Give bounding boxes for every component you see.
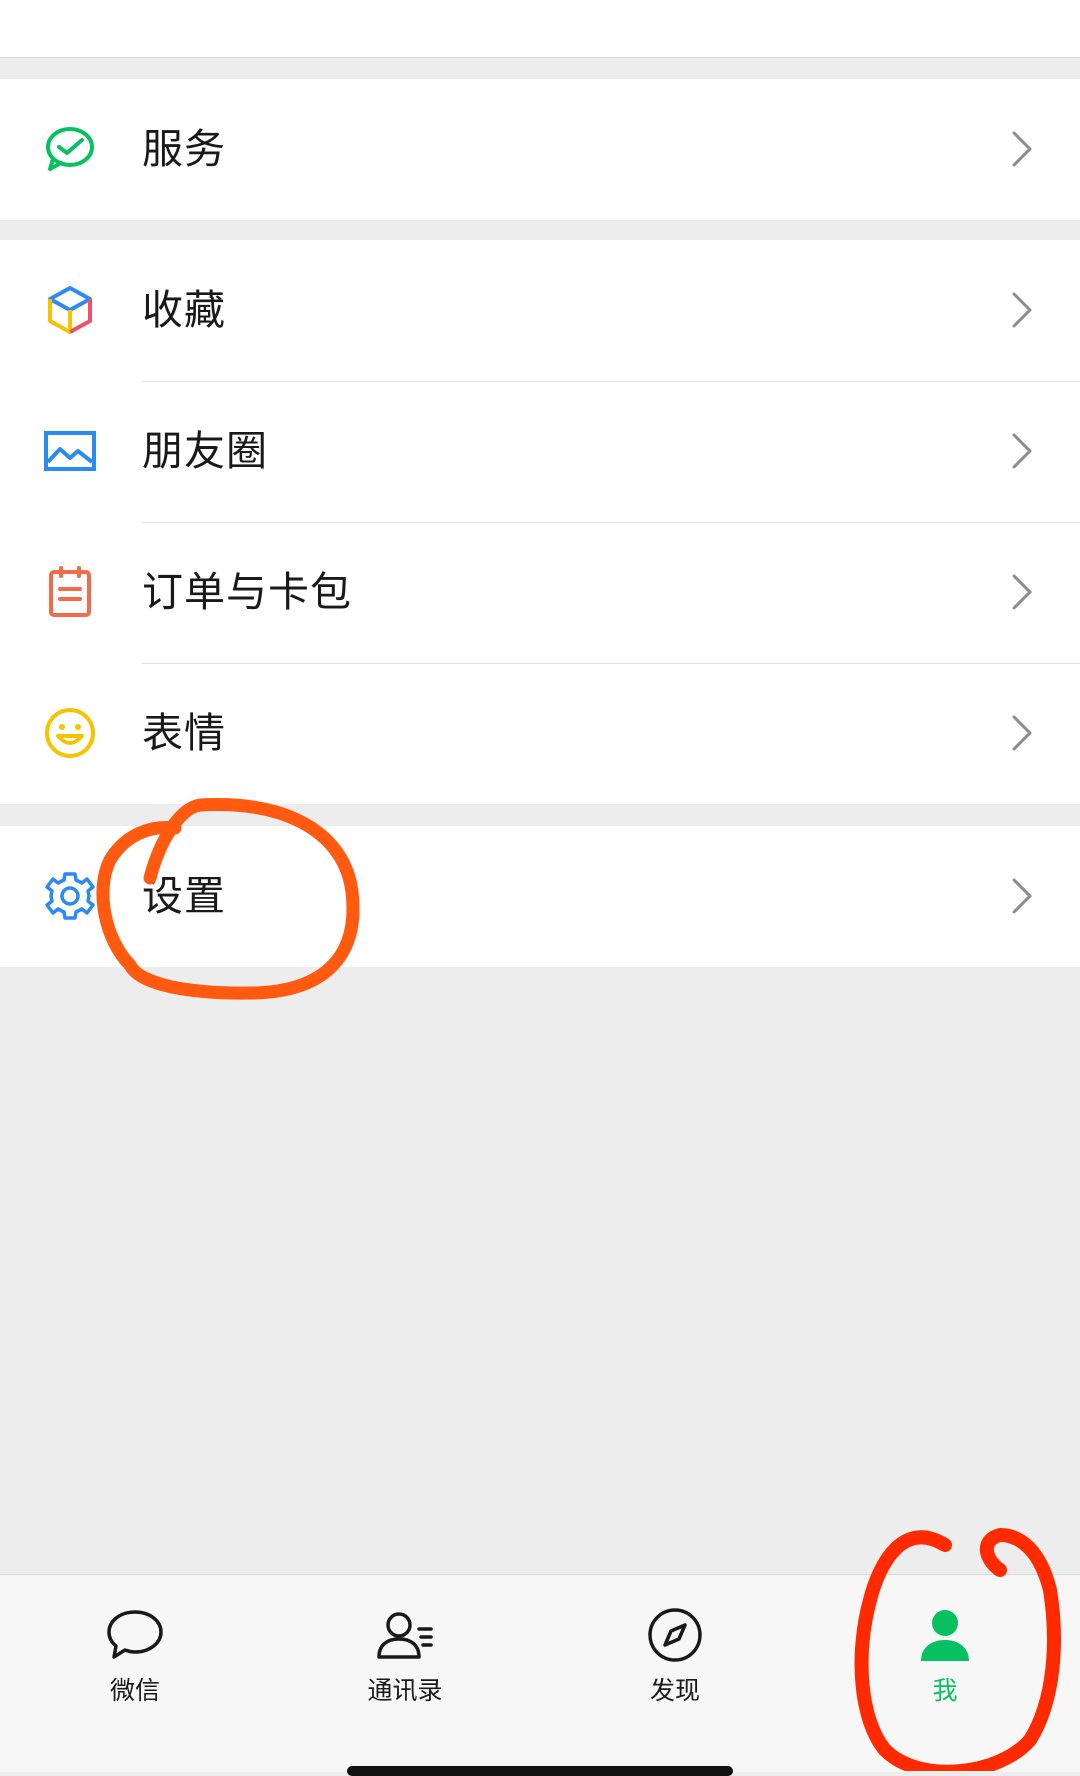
contacts-icon — [373, 1603, 437, 1667]
gear-icon — [43, 869, 97, 923]
menu-group-settings: 设置 — [0, 826, 1080, 967]
tab-label: 通讯录 — [367, 1676, 443, 1705]
chevron-right-icon — [1010, 290, 1036, 330]
home-indicator — [347, 1766, 733, 1776]
smiley-icon — [43, 706, 97, 760]
person-icon — [913, 1603, 977, 1667]
menu-item-label: 表情 — [142, 709, 226, 757]
menu-item-stickers[interactable]: 表情 — [0, 663, 1080, 804]
menu-item-favorites[interactable]: 收藏 — [0, 240, 1080, 381]
chevron-right-icon — [1010, 876, 1036, 916]
menu-item-label: 订单与卡包 — [142, 568, 352, 616]
menu-item-label: 设置 — [142, 872, 226, 920]
menu-item-services[interactable]: 服务 — [0, 79, 1080, 220]
tab-contacts[interactable]: 通讯录 — [270, 1575, 540, 1772]
bottom-tab-bar: 微信 通讯录 发现 我 — [0, 1574, 1080, 1772]
tab-label: 微信 — [109, 1676, 160, 1705]
tab-discover[interactable]: 发现 — [540, 1575, 810, 1772]
menu-item-label: 服务 — [142, 125, 226, 173]
menu-group-main: 收藏 朋友圈 订单与卡包 表情 — [0, 240, 1080, 804]
chevron-right-icon — [1010, 713, 1036, 753]
menu-item-orders-cards[interactable]: 订单与卡包 — [0, 522, 1080, 663]
top-bar — [0, 0, 1080, 58]
menu-item-label: 收藏 — [142, 286, 226, 334]
chevron-right-icon — [1010, 129, 1036, 169]
menu-item-settings[interactable]: 设置 — [0, 826, 1080, 967]
chat-bubble-icon — [103, 1603, 167, 1667]
menu-item-moments[interactable]: 朋友圈 — [0, 381, 1080, 522]
tab-chats[interactable]: 微信 — [0, 1575, 270, 1772]
menu-item-label: 朋友圈 — [142, 427, 268, 475]
chevron-right-icon — [1010, 431, 1036, 471]
moments-image-icon — [43, 424, 97, 478]
compass-icon — [643, 1603, 707, 1667]
tab-label: 我 — [932, 1676, 958, 1705]
wechat-pay-icon — [43, 122, 97, 176]
orders-card-icon — [43, 565, 97, 619]
tab-me[interactable]: 我 — [810, 1575, 1080, 1772]
favorites-cube-icon — [43, 283, 97, 337]
tab-label: 发现 — [649, 1676, 700, 1705]
chevron-right-icon — [1010, 572, 1036, 612]
menu-group-services: 服务 — [0, 79, 1080, 220]
